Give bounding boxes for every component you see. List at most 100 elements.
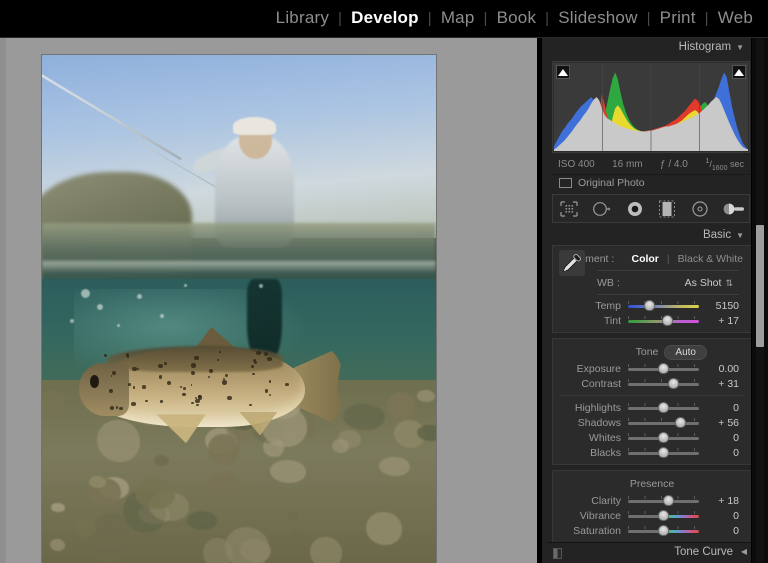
white-balance-row[interactable]: WB : As Shot ⇅: [553, 274, 751, 292]
exif-metadata-row: ISO 400 16 mm ƒ / 4.0 1/1600 sec: [552, 156, 750, 172]
spot-removal-tool-icon[interactable]: [589, 198, 615, 220]
slider-thumb[interactable]: [658, 363, 669, 374]
slider-thumb[interactable]: [667, 378, 679, 389]
slider-thumb[interactable]: [662, 495, 674, 506]
slider-thumb[interactable]: [675, 417, 687, 428]
slider-track-area[interactable]: [628, 401, 699, 414]
trout-spot: [222, 380, 227, 385]
treatment-option-black-and-white[interactable]: Black & White: [678, 253, 743, 265]
treatment-divider: |: [666, 252, 670, 265]
slider-track-area[interactable]: [628, 314, 699, 327]
slider-thumb[interactable]: [658, 447, 669, 458]
module-item-library[interactable]: Library: [267, 8, 338, 28]
chevron-left-icon[interactable]: ◀: [741, 547, 747, 556]
slider-thumb[interactable]: [658, 432, 669, 443]
slider-value[interactable]: 0: [699, 402, 745, 414]
white-balance-value[interactable]: As Shot ⇅: [685, 277, 733, 289]
slider-whites[interactable]: Whites 0: [553, 430, 751, 445]
tone-curve-panel-header[interactable]: Tone Curve ◀: [547, 542, 757, 563]
crop-overlay-tool-icon[interactable]: [556, 198, 582, 220]
slider-shadows[interactable]: Shadows + 56: [553, 415, 751, 430]
chevron-down-icon[interactable]: ▼: [736, 231, 744, 240]
trout-spot: [109, 405, 114, 411]
slider-thumb[interactable]: [643, 300, 655, 311]
slider-label: Blacks: [590, 446, 621, 459]
slider-value[interactable]: 0: [699, 525, 745, 537]
slider-track[interactable]: [628, 305, 699, 308]
slider-vibrance[interactable]: Vibrance 0: [553, 508, 751, 523]
photo-canvas: [42, 55, 436, 563]
module-item-print[interactable]: Print: [651, 8, 705, 28]
module-item-book[interactable]: Book: [488, 8, 546, 28]
slider-value[interactable]: 0: [699, 510, 745, 522]
slider-thumb[interactable]: [658, 402, 669, 413]
slider-value[interactable]: + 17: [699, 315, 745, 327]
photo-stone: [310, 536, 342, 563]
slider-clarity[interactable]: Clarity + 18: [553, 493, 751, 508]
module-item-develop[interactable]: Develop: [342, 8, 428, 28]
photo-stone: [386, 392, 416, 421]
slider-track-area[interactable]: [628, 509, 699, 522]
module-nav: Library | Develop | Map | Book | Slideshow | Print…: [267, 8, 762, 28]
slider-tint[interactable]: Tint + 17: [553, 313, 751, 328]
slider-track[interactable]: [628, 383, 699, 386]
photo-stone: [379, 456, 411, 477]
slider-highlights[interactable]: Highlights 0: [553, 400, 751, 415]
tone-curve-switch-icon[interactable]: [553, 548, 562, 559]
original-photo-row[interactable]: Original Photo: [552, 174, 750, 191]
slider-value[interactable]: + 31: [699, 378, 745, 390]
image-preview[interactable]: [42, 55, 436, 563]
slider-track-area[interactable]: [628, 494, 699, 507]
radial-filter-tool-icon[interactable]: [687, 198, 713, 220]
slider-value[interactable]: 0: [699, 432, 745, 444]
highlight-clipping-indicator[interactable]: [732, 65, 746, 79]
module-item-slideshow[interactable]: Slideshow: [549, 8, 646, 28]
slider-thumb[interactable]: [658, 525, 669, 536]
slider-track-area[interactable]: [628, 377, 699, 390]
slider-value[interactable]: + 56: [699, 417, 745, 429]
slider-exposure[interactable]: Exposure 0.00: [553, 361, 751, 376]
red-eye-correction-tool-icon[interactable]: [622, 198, 648, 220]
trout-spot: [251, 364, 255, 368]
graduated-filter-tool-icon[interactable]: [654, 198, 680, 220]
slider-thumb[interactable]: [658, 510, 669, 521]
slider-temp[interactable]: Temp 5150: [553, 298, 751, 313]
slider-track-area[interactable]: [628, 446, 699, 459]
slider-track-area[interactable]: [628, 299, 699, 312]
scrollbar-thumb[interactable]: [756, 225, 764, 347]
slider-label: Tint: [603, 314, 621, 327]
slider-saturation[interactable]: Saturation 0: [553, 523, 751, 538]
slider-contrast[interactable]: Contrast + 31: [553, 376, 751, 391]
slider-ticks: [628, 379, 699, 382]
adjustment-brush-tool-icon[interactable]: [720, 198, 746, 220]
slider-track[interactable]: [628, 422, 699, 425]
slider-track-area[interactable]: [628, 416, 699, 429]
histogram-plot[interactable]: [552, 61, 750, 153]
white-balance-selector-icon[interactable]: [559, 250, 585, 276]
chevron-down-icon[interactable]: ▼: [736, 43, 744, 52]
right-panel-scrollbar[interactable]: [751, 38, 768, 563]
slider-track-area[interactable]: [628, 362, 699, 375]
histogram-panel-header[interactable]: Histogram ▼: [542, 38, 752, 57]
slider-value[interactable]: + 18: [699, 495, 745, 507]
left-panel-edge[interactable]: [0, 38, 6, 563]
trout-spot: [136, 367, 139, 371]
white-balance-label: WB :: [597, 277, 620, 289]
slider-track-area[interactable]: [628, 431, 699, 444]
module-item-web[interactable]: Web: [709, 8, 762, 28]
treatment-option-color[interactable]: Color: [631, 253, 658, 265]
shadow-clipping-indicator[interactable]: [556, 65, 570, 79]
trout-spot: [197, 395, 203, 400]
slider-value[interactable]: 0: [699, 447, 745, 459]
slider-blacks[interactable]: Blacks 0: [553, 445, 751, 460]
white-balance-sliders: Temp 5150 Tint + 17: [553, 298, 751, 328]
slider-track-area[interactable]: [628, 524, 699, 537]
basic-panel-header[interactable]: Basic ▼: [542, 226, 752, 245]
trout-spot: [196, 403, 199, 407]
original-photo-checkbox[interactable]: [559, 178, 572, 188]
slider-thumb[interactable]: [661, 315, 673, 326]
slider-value[interactable]: 5150: [699, 300, 745, 312]
slider-value[interactable]: 0.00: [699, 363, 745, 375]
module-item-map[interactable]: Map: [432, 8, 484, 28]
auto-tone-button[interactable]: Auto: [664, 345, 707, 360]
